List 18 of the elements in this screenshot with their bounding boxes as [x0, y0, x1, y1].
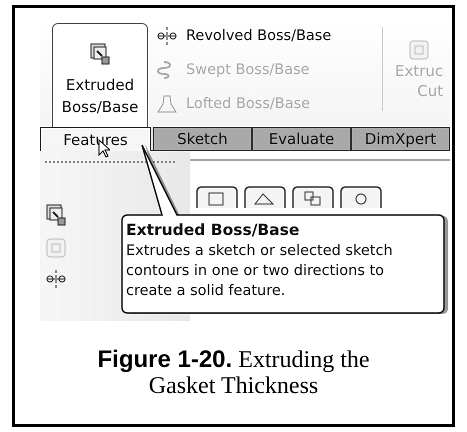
- ribbon-button-label[interactable]: Revolved Boss/Base: [186, 28, 332, 44]
- revolve-icon[interactable]: [45, 269, 67, 289]
- tooltip-title: Extruded Boss/Base: [126, 221, 300, 239]
- ribbon-tab[interactable]: Features: [40, 127, 151, 151]
- tooltip-description: Extrudes a sketch or selected sketch contours in one or two directions to create a solid feature.: [126, 242, 394, 301]
- panel-tab-icon[interactable]: [243, 186, 287, 208]
- panel-tab-icon[interactable]: [195, 186, 239, 208]
- revolve-icon[interactable]: [156, 26, 178, 46]
- ribbon-tab[interactable]: Sketch: [152, 127, 252, 150]
- ribbon-tab[interactable]: DimXpert: [350, 127, 450, 150]
- ribbon-tab[interactable]: Evaluate: [252, 127, 351, 150]
- panel-tab-icon[interactable]: [339, 186, 383, 208]
- extrude-icon: [45, 203, 67, 227]
- extruded-boss-base-button[interactable]: Extruded Boss/Base: [52, 23, 148, 127]
- loft-icon[interactable]: [156, 94, 178, 114]
- figure-caption: Figure 1-20. Extruding the Gasket Thickness: [96, 347, 371, 399]
- panel-tab-icon[interactable]: [291, 186, 335, 208]
- extrude-icon: [89, 42, 111, 66]
